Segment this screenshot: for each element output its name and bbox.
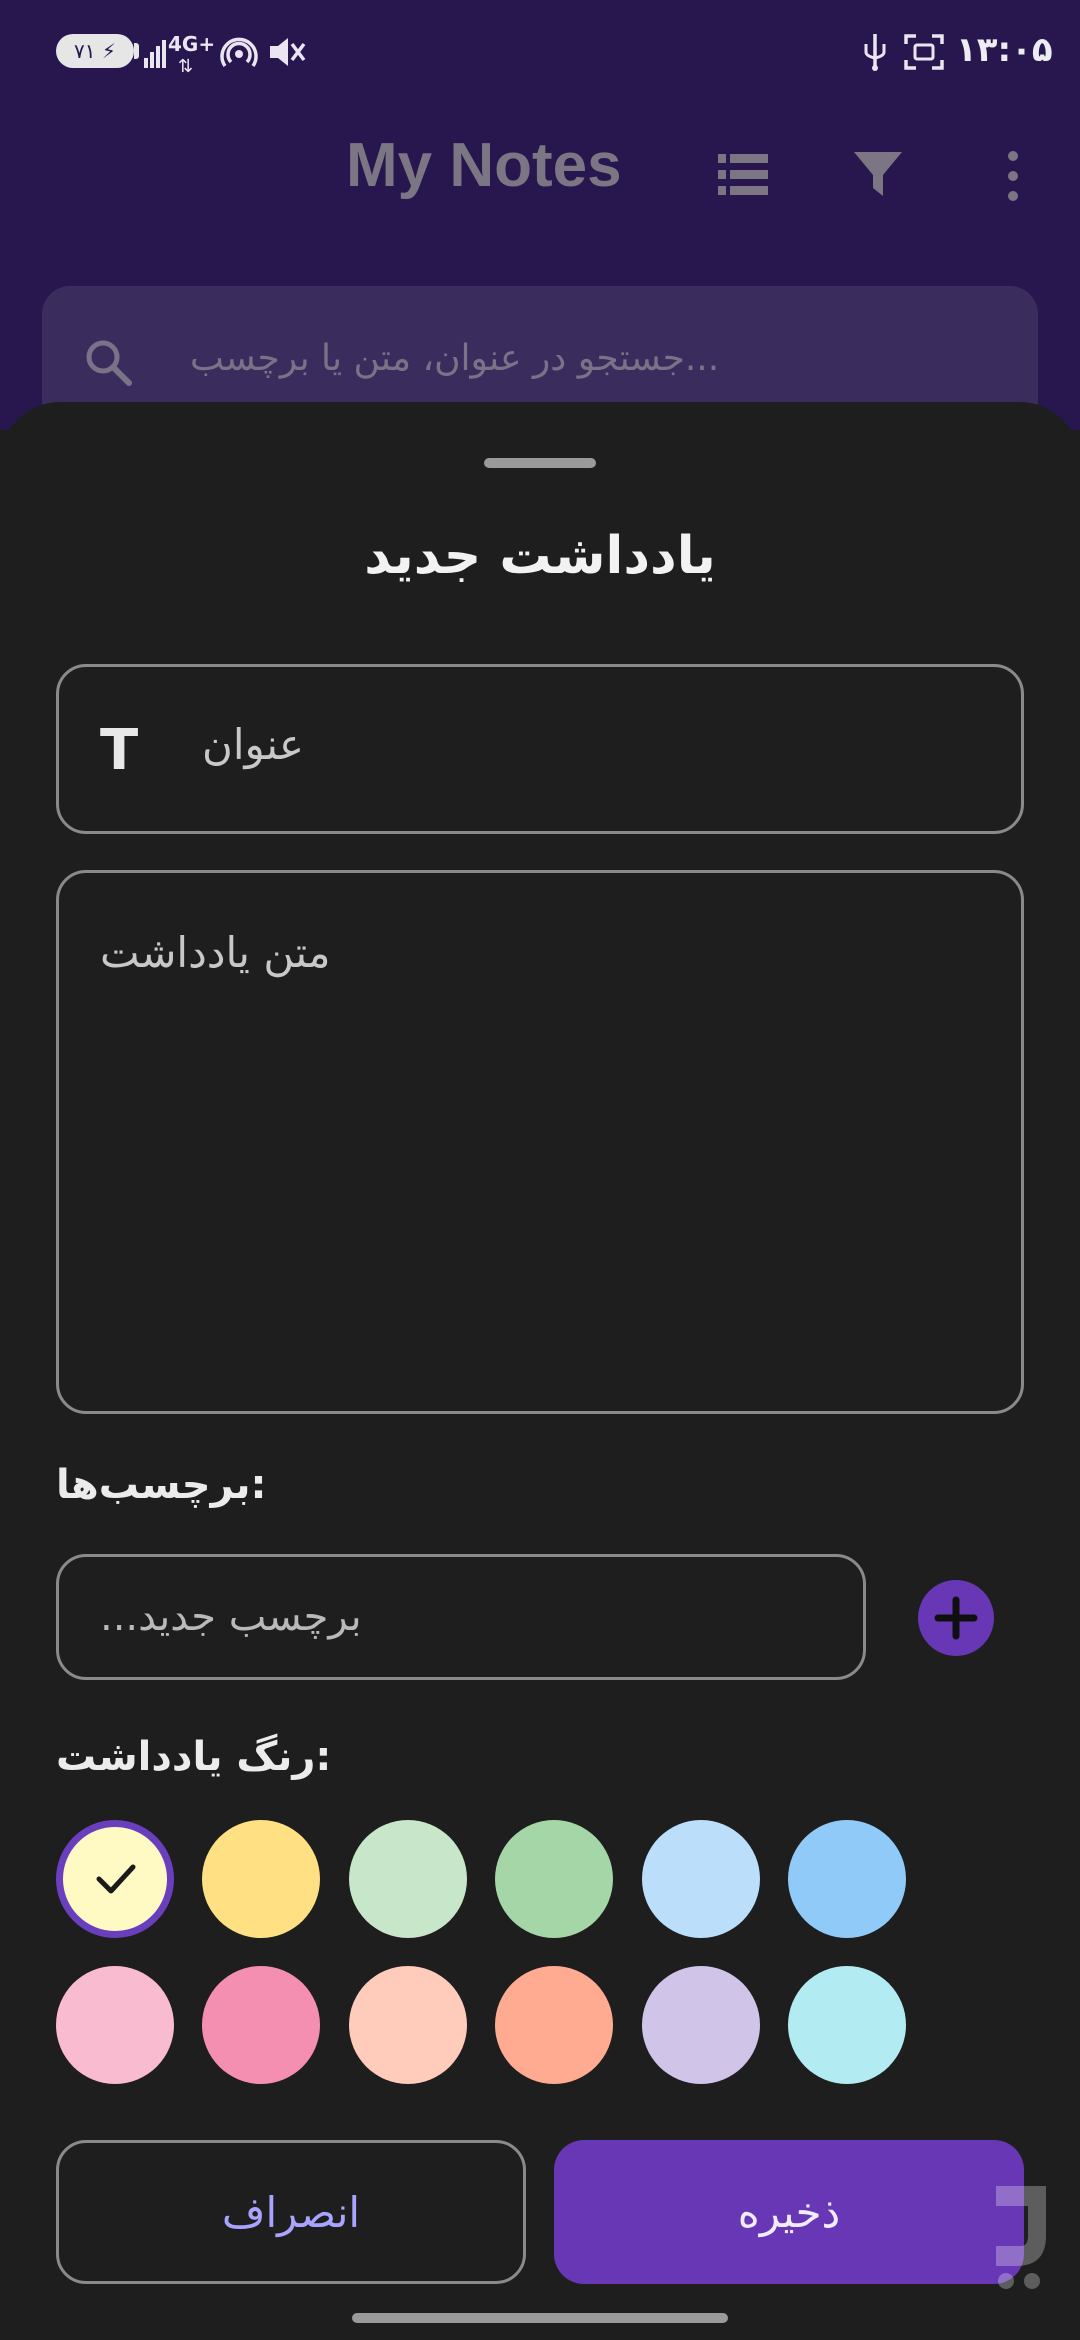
color-swatch[interactable] [202,1966,321,2084]
hotspot-icon [220,37,258,67]
app-title: My Notes [346,131,622,200]
search-input[interactable]: ...جستجو در عنوان، متن یا برچسب [190,338,719,379]
battery-level: ۷۱ [74,39,96,63]
add-tag-button[interactable] [918,1580,994,1656]
search-icon [86,340,132,386]
network-type: 4G+ [168,32,216,56]
filter-icon[interactable] [852,148,904,200]
color-swatch[interactable] [641,1820,760,1938]
sheet-title: یادداشت جدید [364,526,716,586]
note-title-input[interactable]: عنوان [202,720,304,769]
color-swatch[interactable] [56,1966,174,2084]
status-time: ۱۳:۰۵ [956,30,1053,70]
sheet-drag-handle[interactable] [484,458,596,468]
plus-icon [934,1596,978,1640]
data-arrows-icon: ⇅ [178,56,194,77]
tags-label: برچسب‌ها: [56,1462,267,1508]
color-swatch[interactable] [788,1820,906,1938]
color-swatch[interactable] [202,1820,321,1938]
color-swatch[interactable] [495,1820,614,1938]
signal-icon [144,32,166,68]
color-swatch[interactable] [348,1820,467,1938]
color-swatch[interactable] [56,1820,174,1938]
check-icon [96,1864,136,1894]
mute-icon [270,38,306,66]
save-button[interactable]: ذخیره [554,2140,1024,2284]
new-tag-input[interactable]: ...برچسب جدید [100,1594,362,1640]
color-swatch[interactable] [788,1966,906,2084]
watermark-logo [996,2186,1046,2289]
more-options-icon[interactable] [1000,148,1026,204]
battery-indicator: ۷۱ ⚡ [56,34,134,68]
charging-icon: ⚡ [101,39,116,63]
battery-tip [134,43,139,59]
color-swatch[interactable] [348,1966,467,2084]
screen-record-icon [904,34,944,70]
note-body-input[interactable]: متن یادداشت [100,928,331,977]
note-color-label: رنگ یادداشت: [56,1734,332,1780]
color-swatch[interactable] [495,1966,614,2084]
home-indicator[interactable] [352,2313,728,2323]
color-swatch[interactable] [641,1966,760,2084]
usb-icon [864,34,886,71]
text-title-icon: T [100,718,139,783]
list-view-icon[interactable] [716,148,770,202]
cancel-button[interactable]: انصراف [56,2140,526,2284]
status-bar: ۷۱ ⚡ 4G+ ⇅ ۱۳:۰۵ [0,20,1080,90]
